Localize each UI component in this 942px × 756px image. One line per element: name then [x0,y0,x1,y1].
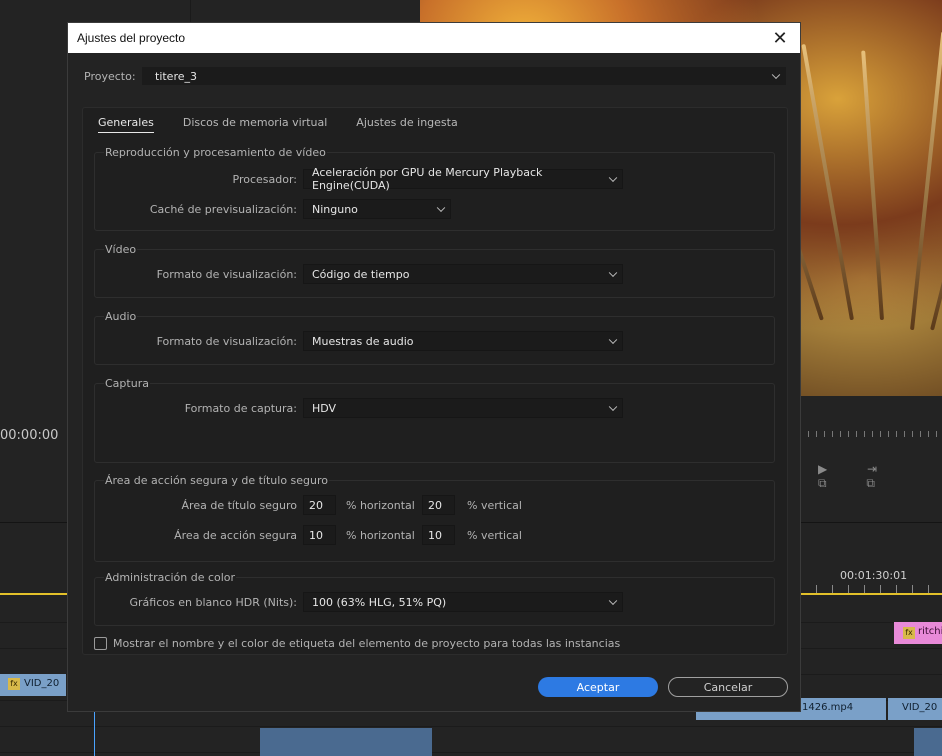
chevron-down-icon [436,203,446,213]
tab-ajustes-ingesta[interactable]: Ajustes de ingesta [356,116,457,133]
timeline-ruler-ticks [800,585,942,593]
horizontal-unit-label: % horizontal [346,498,415,512]
title-safe-horizontal-input[interactable]: 20 [303,495,336,515]
hdr-graphics-label: Gráficos en blanco HDR (Nits): [129,595,297,609]
timeline-clip[interactable]: VID_20 [888,698,942,720]
timeline-ruler-timecode: 00:01:30:01 [840,569,908,582]
monitor-ruler [800,425,942,443]
renderer-label: Procesador: [232,172,298,186]
vertical-unit-label: % vertical [467,528,522,542]
dialog-title: Ajustes del proyecto [77,31,186,45]
source-panel-background [190,0,420,22]
section-title: Reproducción y procesamiento de vídeo [105,146,326,159]
playback-section: Reproducción y procesamiento de vídeo Pr… [94,146,775,231]
tab-generales[interactable]: Generales [98,116,154,133]
project-select-value: titere_3 [155,69,197,83]
chevron-down-icon [608,335,618,345]
preview-cache-value: Ninguno [312,202,358,216]
audio-clip[interactable] [914,728,942,756]
action-safe-label: Área de acción segura [174,528,297,542]
safe-margins-section: Área de acción segura y de título seguro… [94,474,775,562]
ok-button[interactable]: Aceptar [538,677,658,697]
project-row: Proyecto: titere_3 [84,67,786,85]
section-title: Área de acción segura y de título seguro [105,474,329,487]
chevron-down-icon [608,596,618,606]
cancel-button[interactable]: Cancelar [668,677,788,697]
project-settings-dialog: Ajustes del proyecto ✕ Proyecto: titere_… [67,22,801,712]
section-title: Captura [105,377,149,390]
show-label-color-label: Mostrar el nombre y el color de etiqueta… [113,637,621,650]
show-label-color-checkbox[interactable] [94,637,107,650]
show-label-color-option[interactable]: Mostrar el nombre y el color de etiqueta… [94,637,620,650]
title-safe-vertical-value: 20 [428,498,442,512]
color-management-section: Administración de color Gráficos en blan… [94,571,775,626]
chevron-down-icon [771,70,781,80]
project-select[interactable]: titere_3 [142,67,786,85]
chevron-down-icon [608,402,618,412]
action-safe-vertical-input[interactable]: 10 [422,525,455,545]
fx-badge-icon: fx [8,678,20,690]
vertical-unit-label: % vertical [467,498,522,512]
action-safe-row: Área de acción segura 10 % horizontal 10… [174,525,522,545]
audio-section: Audio Formato de visualización: Muestras… [94,310,775,365]
program-monitor-controls [800,396,942,522]
capture-section: Captura Formato de captura: HDV [94,377,775,463]
brush-shape [910,31,942,331]
video-display-format-dropdown[interactable]: Código de tiempo [303,264,623,284]
project-label: Proyecto: [84,69,136,83]
title-safe-vertical-input[interactable]: 20 [422,495,455,515]
horizontal-unit-label: % horizontal [346,528,415,542]
dialog-titlebar[interactable]: Ajustes del proyecto ✕ [68,23,800,53]
settings-panel: Generales Discos de memoria virtual Ajus… [82,107,788,655]
preview-cache-row: Caché de previsualización: Ninguno [150,199,451,219]
capture-format-row: Formato de captura: HDV [185,398,623,418]
action-safe-horizontal-input[interactable]: 10 [303,525,336,545]
video-display-format-row: Formato de visualización: Código de tiem… [157,264,623,284]
close-icon: ✕ [772,27,788,49]
action-safe-horizontal-value: 10 [309,528,323,542]
video-display-format-value: Código de tiempo [312,267,410,281]
section-title: Vídeo [105,243,137,256]
renderer-dropdown[interactable]: Aceleración por GPU de Mercury Playback … [303,166,623,192]
preview-cache-dropdown[interactable]: Ninguno [303,199,451,219]
capture-format-label: Formato de captura: [184,401,297,415]
section-title: Administración de color [105,571,236,584]
audio-display-format-value: Muestras de audio [312,334,414,348]
section-title: Audio [105,310,137,323]
audio-display-format-label: Formato de visualización: [156,334,297,348]
fx-badge-icon: fx [903,627,915,639]
video-display-format-label: Formato de visualización: [156,267,297,281]
monitor-transport-icons: ▶ ⇥ ⧉ ⧉ [818,462,896,490]
video-section: Vídeo Formato de visualización: Código d… [94,243,775,298]
hdr-graphics-value: 100 (63% HLG, 51% PQ) [312,595,447,609]
source-timecode: 00:00:00 [0,428,59,443]
premiere-workspace: ▶ ⇥ ⧉ ⧉ 00:00:00 00:01:30:01 VID_20 fx r… [0,0,942,756]
audio-display-format-dropdown[interactable]: Muestras de audio [303,331,623,351]
chevron-down-icon [608,268,618,278]
renderer-row: Procesador: Aceleración por GPU de Mercu… [233,166,623,192]
title-safe-label: Área de título seguro [181,498,297,512]
close-button[interactable]: ✕ [760,23,800,53]
timeline-playhead[interactable] [94,708,95,756]
timeline-clip[interactable]: ritchi [894,622,942,644]
tab-bar: Generales Discos de memoria virtual Ajus… [98,116,487,133]
brush-shape [861,50,884,321]
capture-format-dropdown[interactable]: HDV [303,398,623,418]
preview-cache-label: Caché de previsualización: [149,202,297,216]
hdr-graphics-row: Gráficos en blanco HDR (Nits): 100 (63% … [130,592,623,612]
audio-clip[interactable] [260,728,432,756]
audio-display-format-row: Formato de visualización: Muestras de au… [157,331,623,351]
title-safe-row: Área de título seguro 20 % horizontal 20… [182,495,522,515]
capture-format-value: HDV [312,401,337,415]
hdr-graphics-dropdown[interactable]: 100 (63% HLG, 51% PQ) [303,592,623,612]
title-safe-horizontal-value: 20 [309,498,323,512]
tab-discos-memoria-virtual[interactable]: Discos de memoria virtual [183,116,327,133]
renderer-value: Aceleración por GPU de Mercury Playback … [312,166,543,192]
action-safe-vertical-value: 10 [428,528,442,542]
